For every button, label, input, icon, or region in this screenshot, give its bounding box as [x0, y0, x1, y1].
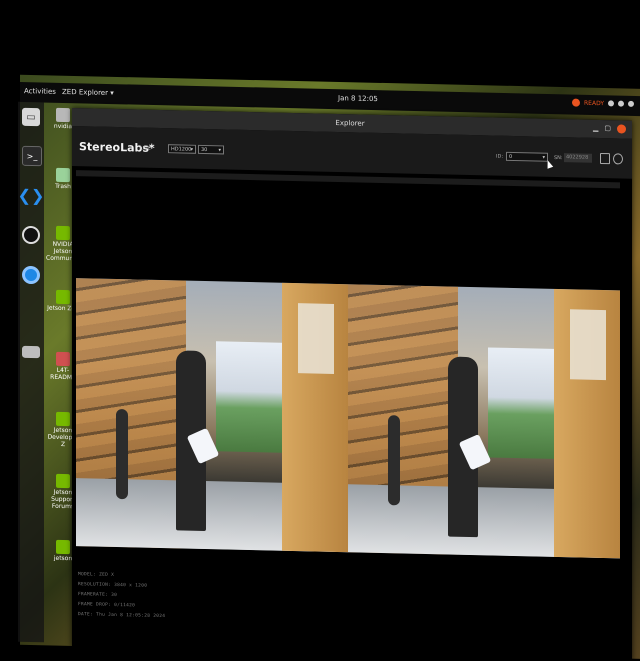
- pedestrian: [116, 408, 128, 500]
- resolution-value: HD1200: [171, 146, 192, 153]
- drive-icon[interactable]: [22, 345, 40, 359]
- chevron-down-icon: ▾: [218, 147, 221, 154]
- minimize-icon[interactable]: ▁: [593, 124, 598, 133]
- screen-border: [0, 0, 640, 80]
- maximize-icon[interactable]: ▢: [604, 124, 611, 133]
- nvidia-icon: [56, 539, 70, 555]
- vscode-icon[interactable]: ❮❯: [18, 185, 45, 205]
- camera-id-value: 0: [509, 153, 513, 160]
- network-icon[interactable]: [608, 100, 615, 107]
- gear-icon[interactable]: [613, 153, 623, 165]
- stereo-image: [76, 278, 620, 559]
- fps-value: 30: [201, 146, 208, 154]
- camera-id-select[interactable]: 0 ▾: [506, 151, 548, 162]
- right-eye-image: [348, 284, 620, 559]
- terminal-icon[interactable]: >_: [22, 145, 42, 167]
- info-date: DATE: Thu Jan 8 12:05:28 2024: [78, 612, 166, 620]
- pedestrian: [388, 415, 400, 506]
- desktop-scene: Activities ZED Explorer ▾ Jan 8 12:05 RE…: [0, 0, 640, 661]
- serial-label: SN:: [554, 154, 563, 162]
- window-controls: ▁ ▢: [593, 124, 626, 134]
- nvidia-icon: [56, 473, 70, 489]
- files-icon[interactable]: ▭: [22, 107, 40, 127]
- outdoor-window: [216, 341, 286, 453]
- desktop-icon-label: Trash: [55, 182, 71, 191]
- fps-select[interactable]: 30 ▾: [198, 144, 224, 155]
- activities-button[interactable]: Activities: [24, 87, 56, 96]
- camera-info: MODEL: ZED X RESOLUTION: 3840 x 1200 FRA…: [78, 570, 165, 622]
- app-menu[interactable]: ZED Explorer ▾: [62, 88, 114, 97]
- video-viewer[interactable]: [76, 170, 620, 583]
- folder-icon: [56, 351, 70, 367]
- live-label: LIVE: [140, 145, 151, 152]
- camera-id-label: ID:: [496, 153, 504, 160]
- ubuntu-icon[interactable]: [572, 98, 580, 107]
- dock: ▭ >_ ❮❯: [18, 101, 45, 643]
- serial-field[interactable]: 4022928: [564, 153, 592, 163]
- chevron-down-icon: ▾: [190, 146, 193, 153]
- explorer-window: Explorer ▁ ▢ StereoLabs* LIVE HD1200 ▾ 3…: [72, 108, 632, 661]
- nvidia-icon: [56, 411, 70, 427]
- resolution-select[interactable]: HD1200 ▾: [168, 144, 196, 154]
- trash-icon: [56, 167, 70, 183]
- desktop-icon-label: jetson: [53, 554, 73, 563]
- tray-status[interactable]: READY: [584, 99, 604, 106]
- chromium-icon[interactable]: [22, 265, 40, 285]
- notice-board: [570, 309, 606, 381]
- left-eye-image: [76, 278, 348, 553]
- device-icon[interactable]: [600, 152, 610, 165]
- system-tray[interactable]: READY: [572, 98, 635, 108]
- obs-icon[interactable]: [22, 225, 40, 245]
- close-icon[interactable]: [617, 124, 626, 134]
- outdoor-window: [488, 347, 558, 460]
- volume-icon[interactable]: [618, 100, 625, 107]
- home-folder-icon: [56, 107, 70, 123]
- clock[interactable]: Jan 8 12:05: [338, 94, 378, 103]
- nvidia-icon: [56, 225, 70, 241]
- desktop-icon-label: nvidia: [53, 122, 73, 131]
- power-icon[interactable]: [628, 100, 635, 107]
- nvidia-icon: [56, 289, 70, 305]
- notice-board: [298, 303, 334, 374]
